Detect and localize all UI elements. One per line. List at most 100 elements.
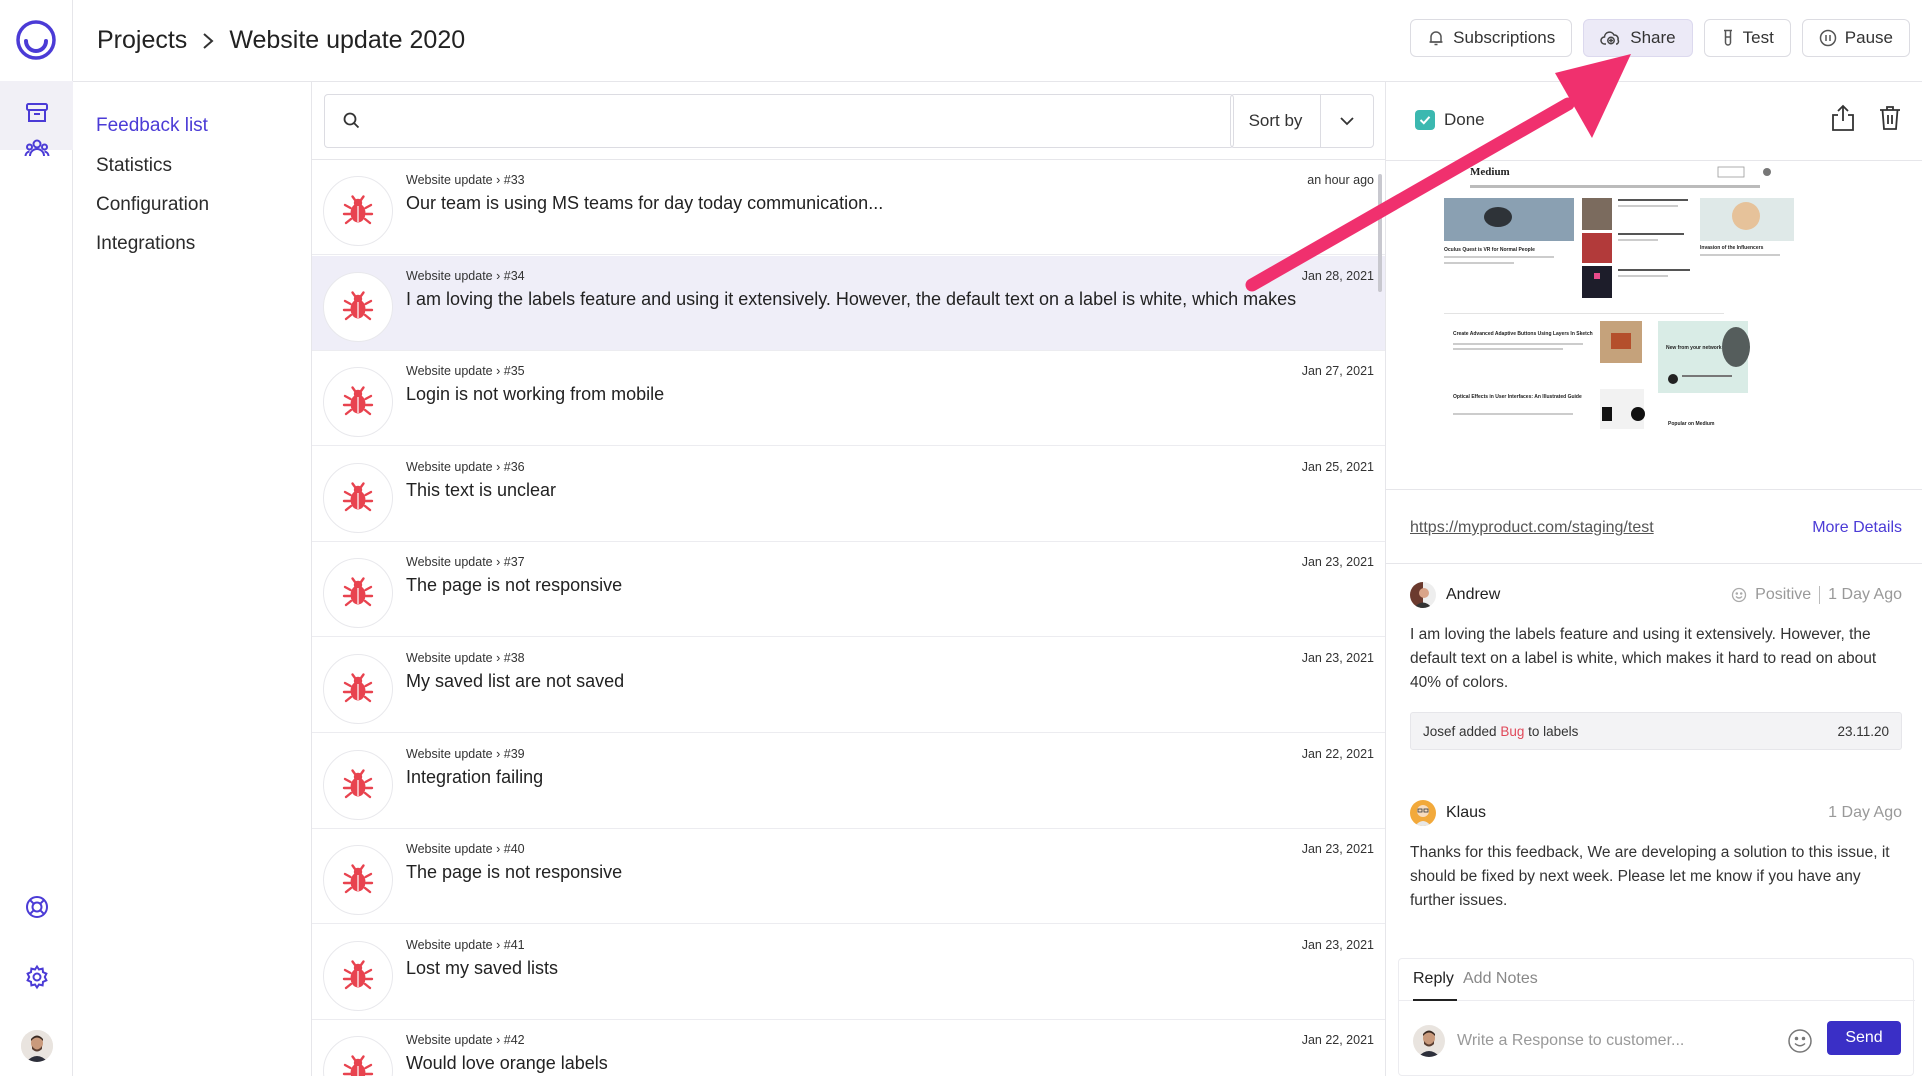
header-actions: Subscriptions Share Test Pause (1410, 19, 1910, 57)
chevron-down-icon[interactable] (1321, 95, 1373, 147)
bug-icon (323, 845, 393, 916)
tab-reply[interactable]: Reply (1413, 970, 1454, 988)
users-icon[interactable] (21, 133, 52, 164)
activity-log: Josef added Bug to labels 23.11.20 (1410, 712, 1902, 750)
item-date: Jan 23, 2021 (1301, 937, 1374, 952)
feedback-detail-panel: Done Medium Oculus Quest is VR for Norma… (1386, 82, 1922, 1076)
test-tube-icon (1723, 29, 1732, 46)
emoji-icon[interactable] (1787, 1028, 1813, 1054)
item-date: Jan 28, 2021 (1301, 268, 1374, 283)
test-button[interactable]: Test (1703, 19, 1791, 57)
more-details-link[interactable]: More Details (1812, 519, 1902, 537)
feedback-list-item[interactable]: Website update › #34 I am loving the labe… (312, 255, 1385, 351)
feedback-list-item[interactable]: Website update › #38 My saved list are no… (312, 638, 1385, 733)
feedback-screenshot[interactable]: Medium Oculus Quest is VR for Normal Peo… (1386, 160, 1922, 490)
done-label: Done (1444, 110, 1485, 129)
subnav-item-configuration[interactable]: Configuration (96, 194, 209, 216)
screenshot-preview: Medium Oculus Quest is VR for Normal Peo… (1386, 161, 1922, 489)
activity-date: 23.11.20 (1837, 724, 1889, 739)
sort-dropdown[interactable]: Sort by (1230, 94, 1374, 148)
screenshot-headline: Create Advanced Adaptive Buttons Using L… (1453, 331, 1593, 337)
comment-body: I am loving the labels feature and using… (1410, 626, 1877, 691)
comment-time: 1 Day Ago (1828, 586, 1902, 603)
detail-header: Done (1386, 82, 1922, 160)
user-avatar[interactable] (21, 1030, 53, 1062)
item-date: Jan 22, 2021 (1301, 746, 1374, 761)
top-bar: Projects Website update 2020 Subscriptio… (73, 0, 1922, 82)
active-tab-indicator (1413, 999, 1457, 1001)
export-icon[interactable] (1830, 104, 1856, 132)
feedback-url-row: https://myproduct.com/staging/test More … (1386, 490, 1922, 564)
trash-icon[interactable] (1878, 104, 1902, 132)
screenshot-headline: Invasion of the Influencers (1700, 245, 1764, 251)
bug-icon (323, 462, 393, 533)
label-tag[interactable]: Bug (1500, 724, 1524, 739)
feedback-list: Sort by Website update › #33 Our team is … (312, 82, 1386, 1076)
comment-andrew: Andrew Positive 1 Day Ago I am loving th… (1410, 582, 1902, 695)
item-date: Jan 27, 2021 (1301, 364, 1374, 379)
search-box (324, 94, 1234, 148)
item-date: Jan 22, 2021 (1301, 1033, 1374, 1048)
feedback-url-link[interactable]: https://myproduct.com/staging/test (1410, 519, 1654, 537)
feedback-list-item[interactable]: Website update › #35 Login is not working… (312, 351, 1385, 447)
item-project: Website update › #42 (406, 1033, 525, 1048)
send-button[interactable]: Send (1827, 1021, 1901, 1055)
share-button[interactable]: Share (1583, 19, 1693, 57)
item-project: Website update › #41 (406, 937, 525, 952)
done-checkbox[interactable]: Done (1415, 110, 1485, 130)
app-rail (0, 0, 73, 1076)
share-label: Share (1630, 28, 1676, 47)
check-icon (1415, 110, 1435, 130)
avatar (1413, 1025, 1445, 1057)
avatar (1410, 800, 1436, 826)
bell-icon (1429, 31, 1443, 46)
list-scrollbar[interactable] (1378, 174, 1382, 292)
item-project: Website update › #33 (406, 173, 525, 187)
comment-meta: Positive 1 Day Ago (1731, 586, 1902, 604)
item-title: My saved list are not saved (406, 671, 625, 691)
subnav-item-statistics[interactable]: Statistics (96, 155, 172, 177)
screenshot-headline: New from your network (1666, 345, 1722, 351)
bug-icon (323, 940, 393, 1011)
comment-klaus: Klaus 1 Day Ago Thanks for this feedback… (1410, 800, 1902, 913)
item-title: Lost my saved lists (406, 957, 559, 978)
help-lifebuoy-icon[interactable] (21, 891, 52, 922)
test-label: Test (1742, 28, 1774, 47)
app-logo-icon[interactable] (15, 19, 57, 61)
subscriptions-button[interactable]: Subscriptions (1410, 19, 1573, 57)
pause-button[interactable]: Pause (1801, 19, 1910, 57)
feedback-list-item[interactable]: Website update › #33 Our team is using MS… (312, 160, 1385, 255)
bug-icon (323, 271, 393, 342)
page-title: Website update 2020 (229, 26, 466, 54)
feedback-list-item[interactable]: Website update › #37 The page is not resp… (312, 542, 1385, 638)
subnav-item-feedback-list[interactable]: Feedback list (96, 115, 208, 137)
screenshot-headline: Oculus Quest is VR for Normal People (1444, 247, 1535, 253)
bug-icon (323, 654, 393, 724)
item-title: The page is not responsive (406, 575, 623, 596)
bug-icon (323, 1036, 393, 1076)
item-title: The page is not responsive (406, 862, 623, 883)
item-project: Website update › #34 (406, 268, 525, 283)
search-input[interactable] (371, 103, 1221, 139)
screenshot-site-name: Medium (1470, 166, 1510, 178)
item-title: Our team is using MS teams for day today… (406, 193, 884, 213)
item-project: Website update › #37 (406, 555, 525, 570)
breadcrumb-projects-link[interactable]: Projects (97, 26, 187, 55)
reply-input[interactable] (1457, 1025, 1767, 1057)
item-project: Website update › #36 (406, 459, 525, 474)
detail-actions (1830, 104, 1902, 132)
inbox-icon[interactable] (21, 97, 52, 128)
share-cloud-icon (1600, 31, 1620, 45)
reply-tabs: Reply Add Notes (1399, 959, 1915, 1001)
feedback-list-item[interactable]: Website update › #41 Lost my saved lists J… (312, 925, 1385, 1020)
item-title: This text is unclear (406, 479, 557, 500)
feedback-list-item[interactable]: Website update › #36 This text is unclear… (312, 447, 1385, 542)
subnav-item-integrations[interactable]: Integrations (96, 233, 195, 255)
feedback-list-item[interactable]: Website update › #42 Would love orange la… (312, 1020, 1385, 1076)
item-title: I am loving the labels feature and using… (406, 288, 1297, 309)
breadcrumb: Projects Website update 2020 (97, 26, 465, 55)
settings-gear-icon[interactable] (21, 961, 52, 992)
feedback-list-item[interactable]: Website update › #40 The page is not resp… (312, 829, 1385, 925)
tab-add-notes[interactable]: Add Notes (1463, 970, 1538, 988)
feedback-list-item[interactable]: Website update › #39 Integration failing J… (312, 734, 1385, 829)
